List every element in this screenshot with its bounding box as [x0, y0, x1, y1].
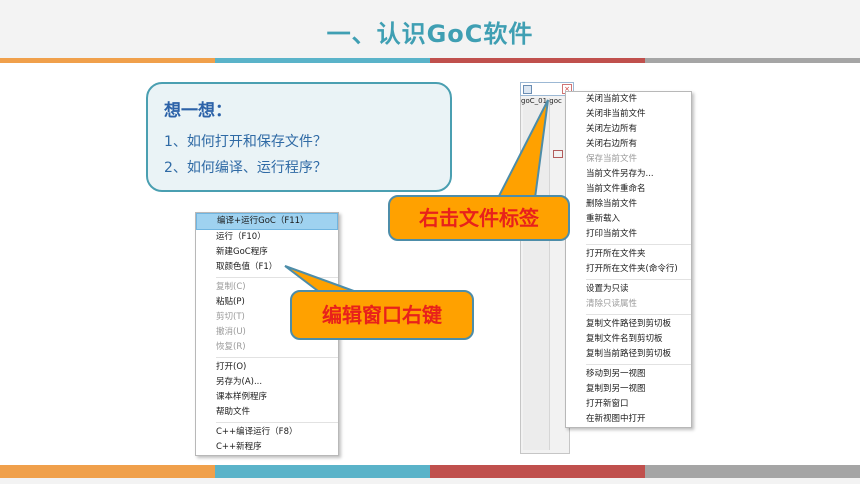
- callout-editor-right-click: 编辑窗口右键: [290, 290, 474, 340]
- callout-tab-right-click: 右击文件标签: [388, 195, 570, 241]
- callout-pointer-tab: [496, 99, 549, 199]
- bottom-color-stripe: [0, 465, 860, 478]
- footer-background: [0, 478, 860, 484]
- callout-pointers: [284, 99, 549, 295]
